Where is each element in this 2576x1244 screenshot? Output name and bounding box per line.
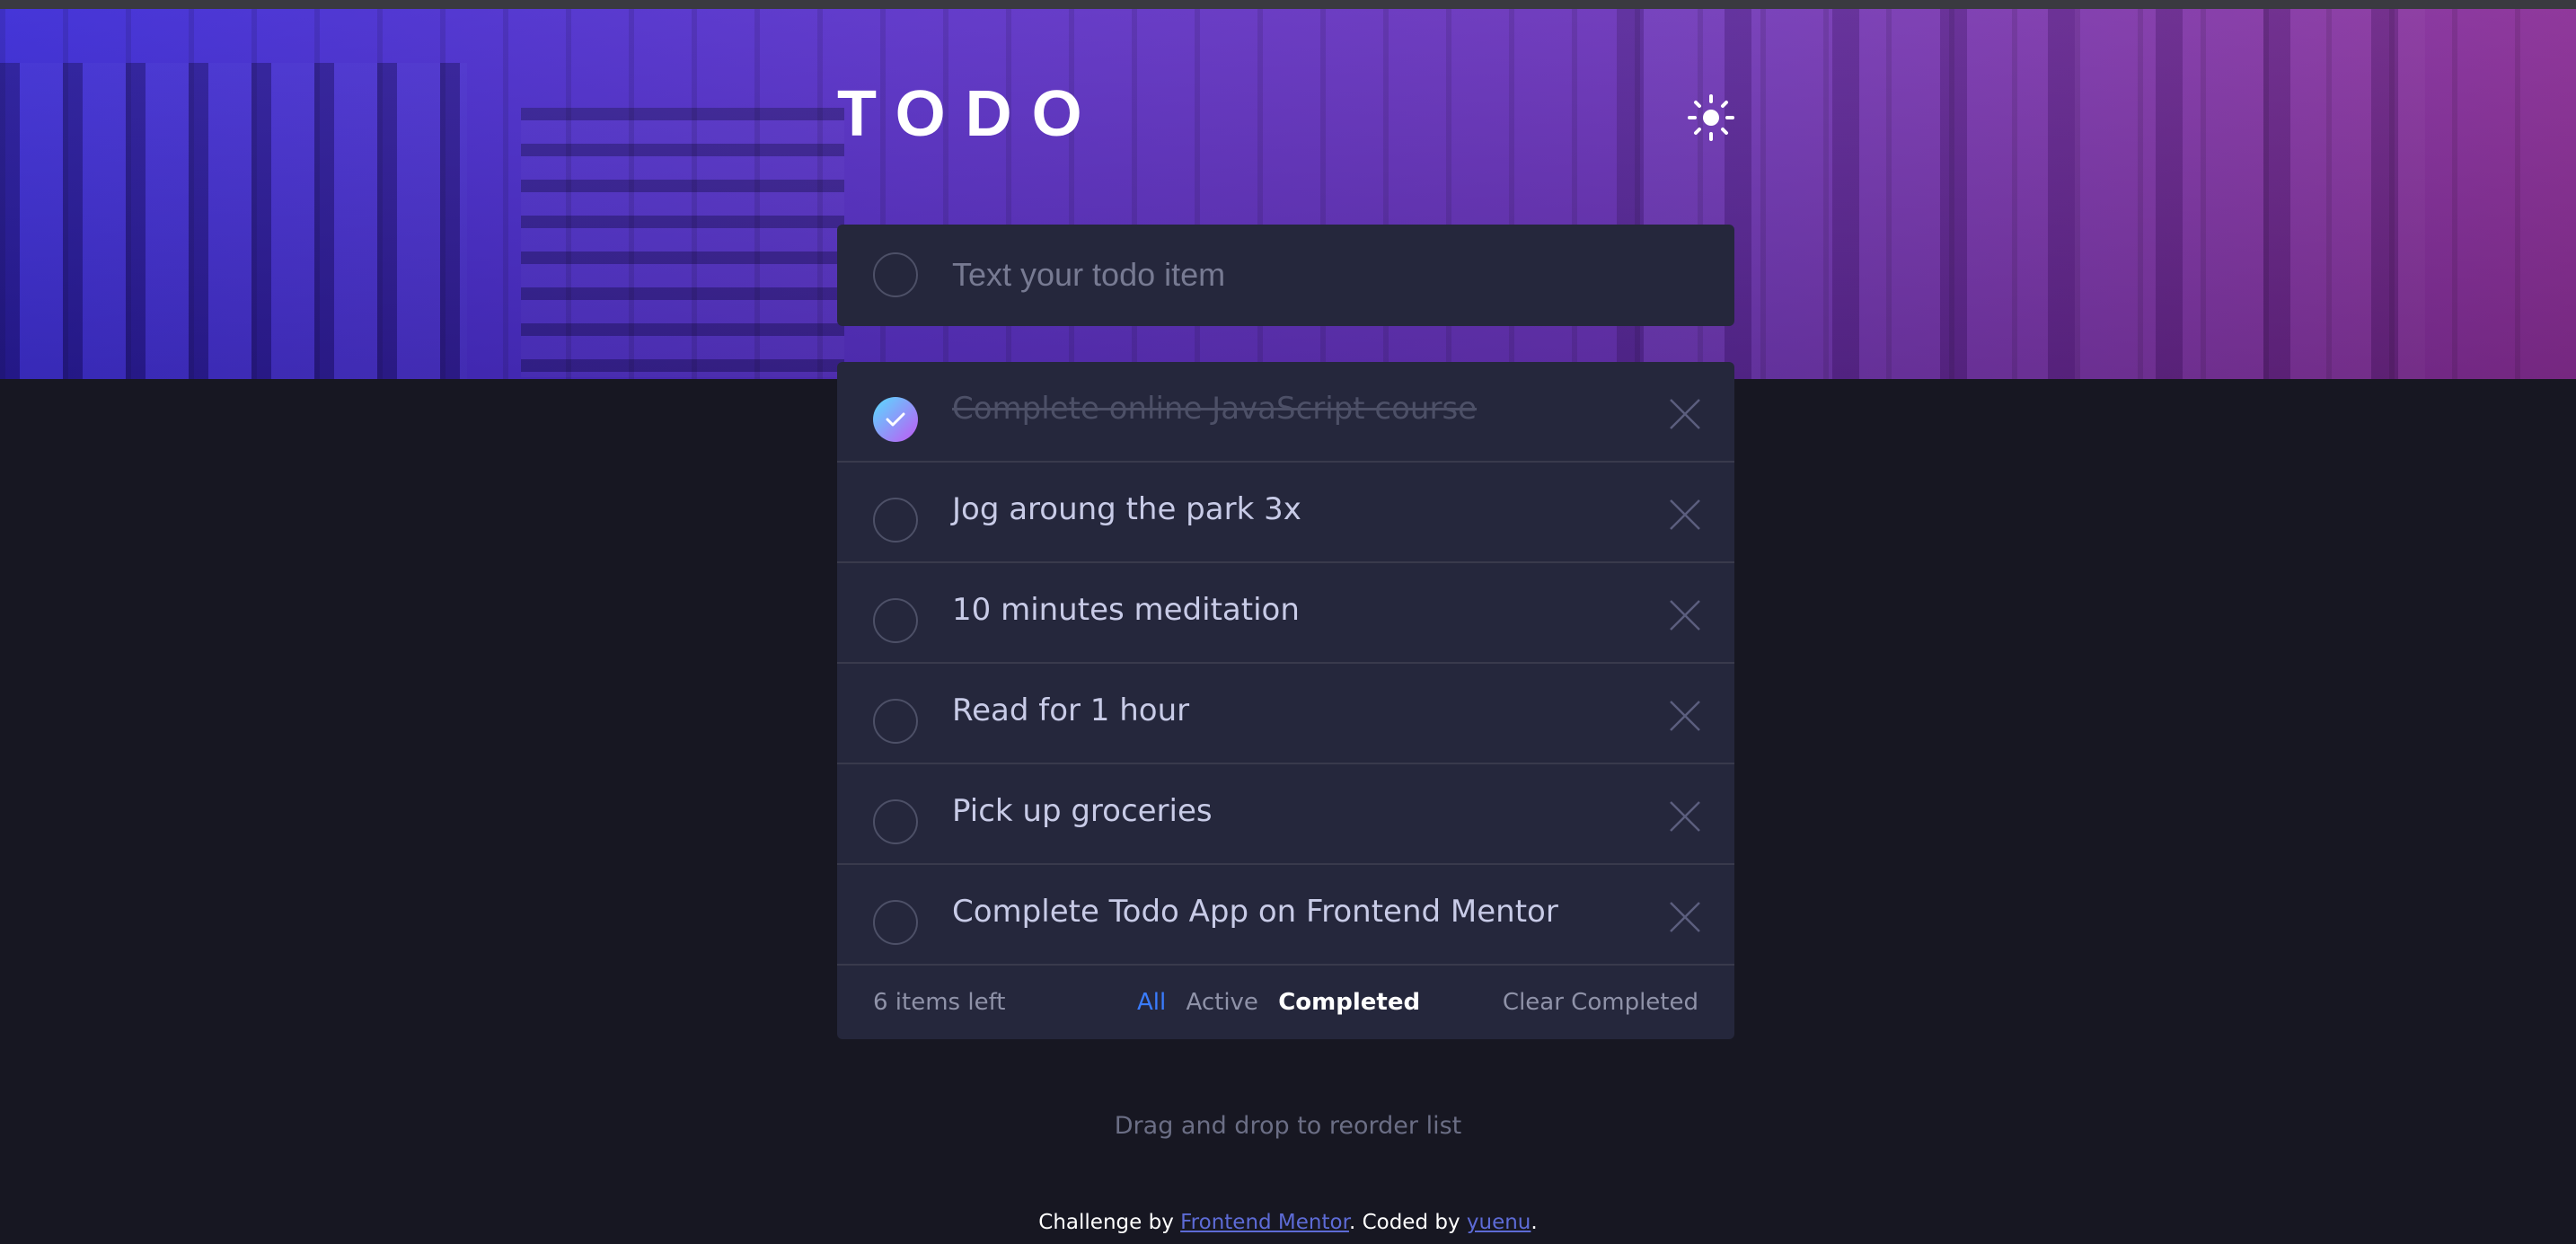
- todo-item[interactable]: Pick up groceries: [837, 764, 1734, 865]
- attribution: Challenge by Frontend Mentor. Coded by y…: [0, 1211, 2576, 1234]
- attribution-prefix: Challenge by: [1038, 1211, 1181, 1234]
- new-todo-input[interactable]: [952, 243, 1689, 307]
- filter-active-button[interactable]: Active: [1187, 989, 1258, 1016]
- clear-completed-button[interactable]: Clear Completed: [1503, 989, 1698, 1016]
- todo-text: Complete Todo App on Frontend Mentor: [952, 894, 1558, 930]
- todo-checkbox[interactable]: [873, 799, 918, 844]
- close-icon[interactable]: [1667, 396, 1703, 432]
- check-icon: [886, 412, 905, 427]
- todo-item[interactable]: 10 minutes meditation: [837, 563, 1734, 664]
- todo-text: Read for 1 hour: [952, 693, 1190, 728]
- close-icon[interactable]: [1667, 698, 1703, 734]
- todo-text: Complete online JavaScript course: [952, 391, 1478, 427]
- todo-item[interactable]: Jog aroung the park 3x: [837, 463, 1734, 563]
- todo-text: Pick up groceries: [952, 793, 1213, 829]
- todo-checkbox[interactable]: [873, 900, 918, 945]
- sun-icon: [1688, 94, 1734, 141]
- todo-item[interactable]: Read for 1 hour: [837, 664, 1734, 764]
- close-icon[interactable]: [1667, 899, 1703, 935]
- theme-toggle-button[interactable]: [1685, 92, 1737, 144]
- reorder-hint: Drag and drop to reorder list: [1114, 1112, 1462, 1140]
- attribution-middle: . Coded by: [1348, 1211, 1467, 1234]
- window-top-bar: [0, 0, 2576, 9]
- todo-item[interactable]: Complete online JavaScript course: [837, 362, 1734, 463]
- list-footer: 6 items left All Active Completed Clear …: [837, 966, 1734, 1039]
- todo-checkbox[interactable]: [873, 598, 918, 643]
- filter-all-button[interactable]: All: [1137, 989, 1166, 1016]
- todo-item[interactable]: Complete Todo App on Frontend Mentor: [837, 865, 1734, 966]
- items-left-count: 6 items left: [873, 989, 1006, 1016]
- author-link[interactable]: yuenu: [1467, 1211, 1531, 1234]
- close-icon[interactable]: [1667, 497, 1703, 533]
- todo-checkbox[interactable]: [873, 699, 918, 744]
- todo-text: Jog aroung the park 3x: [952, 491, 1301, 527]
- filter-completed-button[interactable]: Completed: [1278, 989, 1420, 1016]
- close-icon[interactable]: [1667, 798, 1703, 834]
- todo-checkbox-checked[interactable]: [873, 397, 918, 442]
- new-todo-form: [837, 225, 1734, 326]
- filter-group: All Active Completed: [1137, 989, 1433, 1016]
- frontend-mentor-link[interactable]: Frontend Mentor: [1180, 1211, 1349, 1234]
- todo-checkbox[interactable]: [873, 498, 918, 543]
- todo-text: 10 minutes meditation: [952, 592, 1300, 628]
- todo-list: Complete online JavaScript course Jog ar…: [837, 362, 1734, 1039]
- new-todo-checkbox[interactable]: [873, 252, 918, 297]
- close-icon[interactable]: [1667, 597, 1703, 633]
- app-title: TODO: [837, 78, 1102, 150]
- attribution-suffix: .: [1531, 1211, 1538, 1234]
